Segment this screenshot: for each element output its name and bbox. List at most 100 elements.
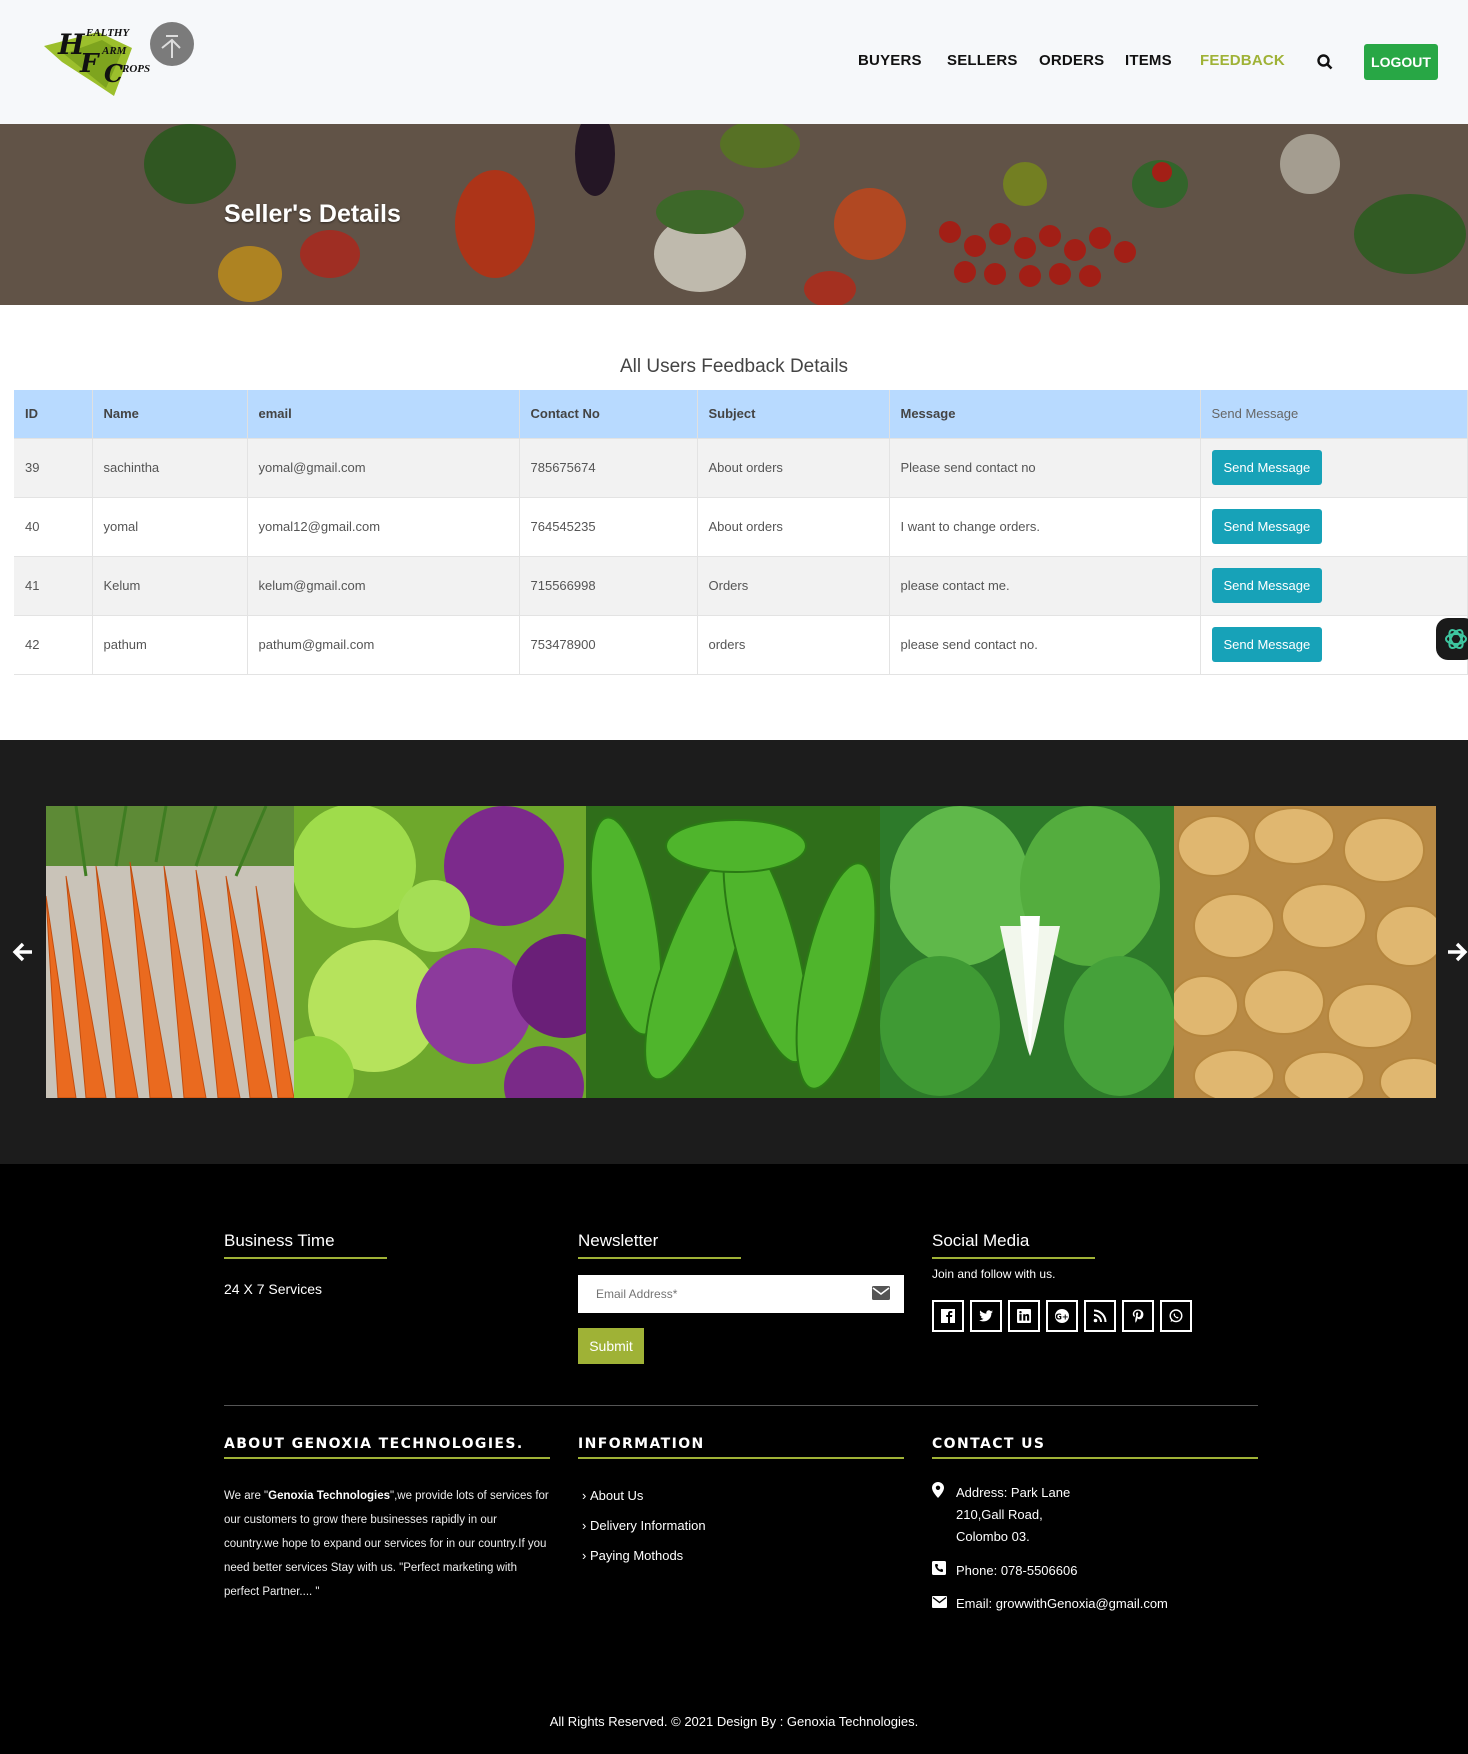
contact-address: Address: Park Lane 210,Gall Road, Colomb… — [932, 1482, 1070, 1548]
cell-subject: Orders — [697, 555, 890, 615]
gallery-image-cabbage[interactable] — [294, 806, 586, 1098]
table-row: 42 pathum pathum@gmail.com 753478900 ord… — [14, 614, 1468, 675]
facebook-icon[interactable] — [932, 1300, 964, 1332]
pinterest-icon[interactable] — [1122, 1300, 1154, 1332]
about-text-pre: We are " — [224, 1490, 269, 1502]
column-header-send-message: Send Message — [1200, 390, 1468, 438]
map-marker-icon — [932, 1482, 954, 1548]
about-text: We are "Genoxia Technologies",we provide… — [224, 1484, 554, 1604]
assistant-widget-icon[interactable] — [1436, 618, 1468, 660]
site-header: H EALTHY F ARM C ROPS BUYERS SELLERS ORD… — [0, 0, 1468, 124]
business-time-underline — [224, 1257, 387, 1259]
about-text-post: ",we provide lots of services for our cu… — [224, 1490, 549, 1598]
site-footer — [0, 1164, 1468, 1754]
svg-text:ROPS: ROPS — [121, 63, 150, 75]
gallery-image-bitter-gourd[interactable] — [586, 806, 880, 1098]
column-header-contact: Contact No — [519, 390, 698, 438]
search-icon[interactable] — [1316, 53, 1336, 73]
newsletter-submit-button[interactable]: Submit — [578, 1328, 644, 1364]
table-row: 41 Kelum kelum@gmail.com 715566998 Order… — [14, 555, 1468, 615]
nav-buyers[interactable]: BUYERS — [858, 52, 947, 69]
cell-email: yomal@gmail.com — [247, 437, 520, 497]
nav-feedback[interactable]: FEEDBACK — [1200, 52, 1300, 69]
about-text-brand: Genoxia Technologies — [268, 1490, 390, 1502]
contact-title: CONTACT US — [932, 1436, 1046, 1452]
cell-message: please send contact no. — [889, 614, 1201, 675]
chevron-right-icon: › — [582, 1518, 590, 1533]
cell-email: yomal12@gmail.com — [247, 496, 520, 556]
arrow-right-icon[interactable] — [1442, 938, 1468, 966]
send-message-button[interactable]: Send Message — [1211, 450, 1323, 485]
address-line: Address: Park Lane — [956, 1485, 1071, 1500]
cell-contact: 753478900 — [519, 614, 698, 675]
send-message-button[interactable]: Send Message — [1211, 568, 1323, 603]
gallery-image-carrots[interactable] — [46, 806, 294, 1098]
social-media-underline — [932, 1257, 1095, 1259]
arrow-left-icon[interactable] — [10, 938, 38, 966]
envelope-icon — [872, 1286, 890, 1302]
newsletter-title: Newsletter — [578, 1231, 659, 1250]
whatsapp-icon[interactable] — [1160, 1300, 1192, 1332]
vegetable-gallery — [46, 806, 1436, 1098]
info-link-paying-methods[interactable]: › Paying Mothods — [582, 1548, 683, 1563]
page-banner: Seller's Details — [0, 124, 1468, 305]
nav-items[interactable]: ITEMS — [1125, 52, 1200, 69]
chevron-right-icon: › — [582, 1488, 590, 1503]
contact-underline — [932, 1457, 1258, 1459]
info-link-delivery[interactable]: › Delivery Information — [582, 1518, 706, 1533]
section-title: All Users Feedback Details — [619, 356, 849, 377]
social-media-text: Join and follow with us. — [932, 1267, 1056, 1281]
nav-orders[interactable]: ORDERS — [1039, 52, 1125, 69]
twitter-icon[interactable] — [970, 1300, 1002, 1332]
social-icons: G+ — [932, 1300, 1192, 1332]
vegetables-banner-image — [0, 124, 1468, 305]
cell-name: yomal — [92, 496, 248, 556]
cell-contact: 715566998 — [519, 555, 698, 615]
info-link-about-us[interactable]: › About Us — [582, 1488, 643, 1503]
google-plus-icon[interactable]: G+ — [1046, 1300, 1078, 1332]
contact-phone: Phone: 078-5506606 — [932, 1560, 1077, 1582]
page-title: Seller's Details — [224, 200, 401, 228]
logout-button[interactable]: LOGOUT — [1364, 44, 1438, 80]
envelope-icon — [932, 1593, 954, 1615]
gallery-image-bok-choy[interactable] — [880, 806, 1174, 1098]
cell-message: Please send contact no — [889, 437, 1201, 497]
social-media-title: Social Media — [932, 1231, 1030, 1250]
column-header-id: ID — [14, 390, 93, 438]
site-logo[interactable]: H EALTHY F ARM C ROPS — [44, 18, 204, 106]
column-header-subject: Subject — [697, 390, 890, 438]
nav-sellers[interactable]: SELLERS — [947, 52, 1039, 69]
cell-name: sachintha — [92, 437, 248, 497]
svg-text:EALTHY: EALTHY — [85, 27, 130, 39]
email-text[interactable]: Email: growwithGenoxia@gmail.com — [956, 1593, 1168, 1615]
cell-email: kelum@gmail.com — [247, 555, 520, 615]
linkedin-icon[interactable] — [1008, 1300, 1040, 1332]
send-message-button[interactable]: Send Message — [1211, 509, 1323, 544]
cell-id: 42 — [14, 614, 93, 675]
information-title: INFORMATION — [578, 1436, 705, 1452]
footer-divider — [224, 1405, 1258, 1406]
gallery-image-potatoes[interactable] — [1174, 806, 1436, 1098]
business-time-text: 24 X 7 Services — [224, 1281, 323, 1297]
main-nav: BUYERS SELLERS ORDERS ITEMS FEEDBACK — [858, 52, 1300, 69]
contact-email: Email: growwithGenoxia@gmail.com — [932, 1593, 1168, 1615]
cell-action: Send Message — [1200, 496, 1468, 556]
email-input[interactable] — [578, 1275, 858, 1313]
svg-text:F: F — [79, 49, 100, 79]
address-line: 210,Gall Road, — [956, 1507, 1043, 1522]
svg-text:G+: G+ — [1055, 1313, 1068, 1322]
cell-id: 41 — [14, 555, 93, 615]
table-row: 40 yomal yomal12@gmail.com 764545235 Abo… — [14, 496, 1468, 556]
cell-subject: About orders — [697, 496, 890, 556]
feedback-table: ID Name email Contact No Subject Message… — [14, 390, 1468, 675]
rss-icon[interactable] — [1084, 1300, 1116, 1332]
cell-id: 39 — [14, 437, 93, 497]
send-message-button[interactable]: Send Message — [1211, 627, 1323, 662]
cell-message: please contact me. — [889, 555, 1201, 615]
cell-action: Send Message — [1200, 555, 1468, 615]
cell-contact: 785675674 — [519, 437, 698, 497]
table-header-row: ID Name email Contact No Subject Message… — [14, 390, 1468, 438]
cell-message: I want to change orders. — [889, 496, 1201, 556]
cell-id: 40 — [14, 496, 93, 556]
cell-subject: orders — [697, 614, 890, 675]
